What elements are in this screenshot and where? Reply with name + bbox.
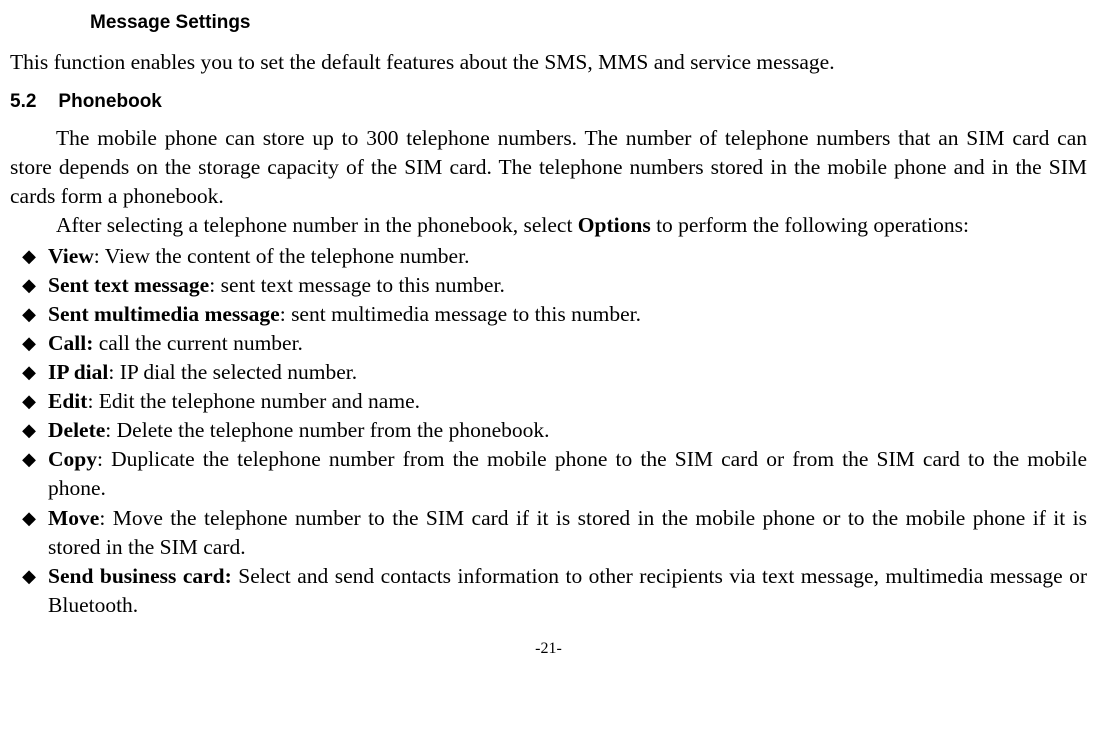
para2-post: to perform the following operations: [651,213,969,237]
list-item-text: Send business card: Select and send cont… [48,562,1087,620]
list-item-desc: Move the telephone number to the SIM car… [48,506,1087,559]
diamond-bullet-icon: ◆ [10,242,48,271]
list-item: ◆View: View the content of the telephone… [10,242,1087,271]
list-item-label: Move [48,506,99,530]
list-item-sep: : [99,506,112,530]
list-item-label: Sent text message [48,273,209,297]
list-item: ◆Delete: Delete the telephone number fro… [10,416,1087,445]
diamond-bullet-icon: ◆ [10,504,48,533]
list-item-sep: : [209,273,220,297]
list-item-text: Call: call the current number. [48,329,1087,358]
section-number: 5.2 [10,89,36,115]
list-item-desc: sent multimedia message to this number. [291,302,641,326]
list-item-label: IP dial [48,360,108,384]
heading-section: 5.2 Phonebook [10,89,1087,115]
diamond-bullet-icon: ◆ [10,562,48,591]
list-item-desc: Edit the telephone number and name. [99,389,420,413]
para2-pre: After selecting a telephone number in th… [56,213,578,237]
list-item-label: Copy [48,447,97,471]
list-item-text: Sent multimedia message: sent multimedia… [48,300,1087,329]
list-item-desc: Delete the telephone number from the pho… [117,418,550,442]
list-item-text: Delete: Delete the telephone number from… [48,416,1087,445]
list-item: ◆Sent multimedia message: sent multimedi… [10,300,1087,329]
diamond-bullet-icon: ◆ [10,387,48,416]
section-title: Phonebook [58,91,161,112]
diamond-bullet-icon: ◆ [10,271,48,300]
para2-bold-options: Options [578,213,651,237]
list-item-label: Send business card: [48,564,232,588]
list-item: ◆IP dial: IP dial the selected number. [10,358,1087,387]
list-item-sep: : [94,244,105,268]
list-item-desc: call the current number. [99,331,303,355]
diamond-bullet-icon: ◆ [10,358,48,387]
list-item: ◆Call: call the current number. [10,329,1087,358]
diamond-bullet-icon: ◆ [10,329,48,358]
list-item-sep: : [105,418,116,442]
heading-message-settings: Message Settings [90,10,1087,36]
list-item-sep: : [108,360,119,384]
list-item: ◆Edit: Edit the telephone number and nam… [10,387,1087,416]
paragraph-1: The mobile phone can store up to 300 tel… [10,124,1087,211]
options-list: ◆View: View the content of the telephone… [10,242,1087,619]
list-item-label: Sent multimedia message [48,302,280,326]
list-item-desc: Duplicate the telephone number from the … [48,447,1087,500]
list-item: ◆Copy: Duplicate the telephone number fr… [10,445,1087,503]
list-item-text: Move: Move the telephone number to the S… [48,504,1087,562]
diamond-bullet-icon: ◆ [10,300,48,329]
list-item-desc: View the content of the telephone number… [105,244,470,268]
diamond-bullet-icon: ◆ [10,445,48,474]
list-item-label: View [48,244,94,268]
intro-paragraph: This function enables you to set the def… [10,48,1087,77]
list-item-text: IP dial: IP dial the selected number. [48,358,1087,387]
list-item: ◆Send business card: Select and send con… [10,562,1087,620]
list-item-text: View: View the content of the telephone … [48,242,1087,271]
list-item-text: Sent text message: sent text message to … [48,271,1087,300]
list-item-label: Delete [48,418,105,442]
paragraph-2: After selecting a telephone number in th… [10,211,1087,240]
list-item-label: Call: [48,331,93,355]
page-number: -21- [10,638,1087,660]
list-item-label: Edit [48,389,87,413]
list-item: ◆Move: Move the telephone number to the … [10,504,1087,562]
list-item-sep: : [97,447,111,471]
list-item-text: Edit: Edit the telephone number and name… [48,387,1087,416]
list-item: ◆Sent text message: sent text message to… [10,271,1087,300]
diamond-bullet-icon: ◆ [10,416,48,445]
list-item-text: Copy: Duplicate the telephone number fro… [48,445,1087,503]
list-item-desc: IP dial the selected number. [120,360,357,384]
list-item-sep: : [87,389,98,413]
list-item-desc: sent text message to this number. [221,273,505,297]
list-item-sep: : [280,302,291,326]
